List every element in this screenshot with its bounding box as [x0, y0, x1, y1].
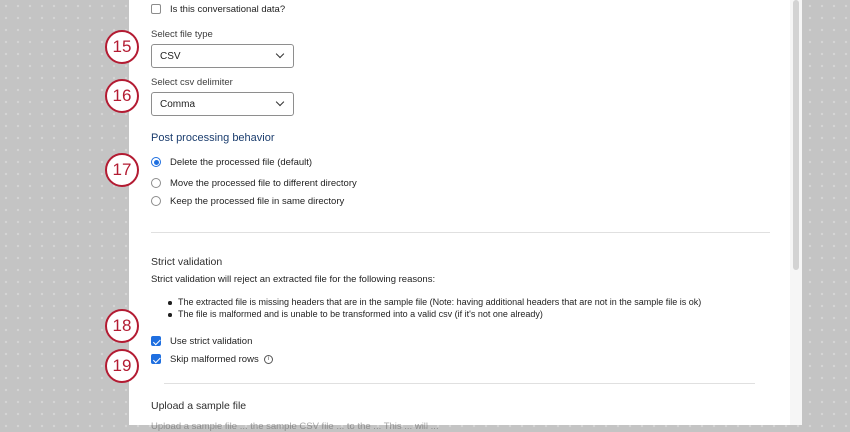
- conversational-data-checkbox[interactable]: [151, 4, 161, 14]
- step-callout-15: 15: [105, 30, 139, 64]
- step-callout-16: 16: [105, 79, 139, 113]
- section-divider: [151, 232, 770, 233]
- section-divider: [164, 383, 755, 384]
- radio-move-processed[interactable]: [151, 178, 161, 188]
- skip-malformed-rows-label: Skip malformed rows: [170, 354, 259, 365]
- radio-move-processed-label: Move the processed file to different dir…: [170, 178, 357, 189]
- conversational-data-label: Is this conversational data?: [170, 4, 286, 15]
- post-processing-heading: Post processing behavior: [151, 132, 275, 144]
- file-type-label: Select file type: [151, 29, 213, 40]
- strict-reason-1: The extracted file is missing headers th…: [178, 297, 702, 307]
- radio-keep-processed[interactable]: [151, 196, 161, 206]
- step-callout-17: 17: [105, 153, 139, 187]
- use-strict-validation-label: Use strict validation: [170, 336, 253, 347]
- delimiter-value: Comma: [160, 99, 196, 110]
- step-callout-19: 19: [105, 349, 139, 383]
- delimiter-select[interactable]: Comma: [151, 92, 294, 116]
- radio-delete-processed[interactable]: [151, 157, 161, 167]
- chevron-down-icon: [275, 49, 285, 59]
- info-icon[interactable]: i: [264, 355, 273, 364]
- upload-sample-description: Upload a sample file ... the sample CSV …: [151, 421, 439, 432]
- file-type-value: CSV: [160, 51, 181, 62]
- strict-reason-2: The file is malformed and is unable to b…: [178, 309, 543, 319]
- step-callout-18: 18: [105, 309, 139, 343]
- upload-sample-heading: Upload a sample file: [151, 400, 247, 412]
- radio-delete-processed-label: Delete the processed file (default): [170, 157, 313, 168]
- strict-validation-heading: Strict validation: [151, 256, 223, 268]
- delimiter-label: Select csv delimiter: [151, 77, 233, 88]
- chevron-down-icon: [275, 97, 285, 107]
- scrollbar-thumb[interactable]: [793, 0, 799, 270]
- strict-validation-description: Strict validation will reject an extract…: [151, 274, 436, 285]
- file-type-select[interactable]: CSV: [151, 44, 294, 68]
- use-strict-validation-checkbox[interactable]: [151, 336, 161, 346]
- radio-keep-processed-label: Keep the processed file in same director…: [170, 196, 345, 207]
- bullet-marker: [168, 301, 172, 305]
- bullet-marker: [168, 313, 172, 317]
- skip-malformed-rows-checkbox[interactable]: [151, 354, 161, 364]
